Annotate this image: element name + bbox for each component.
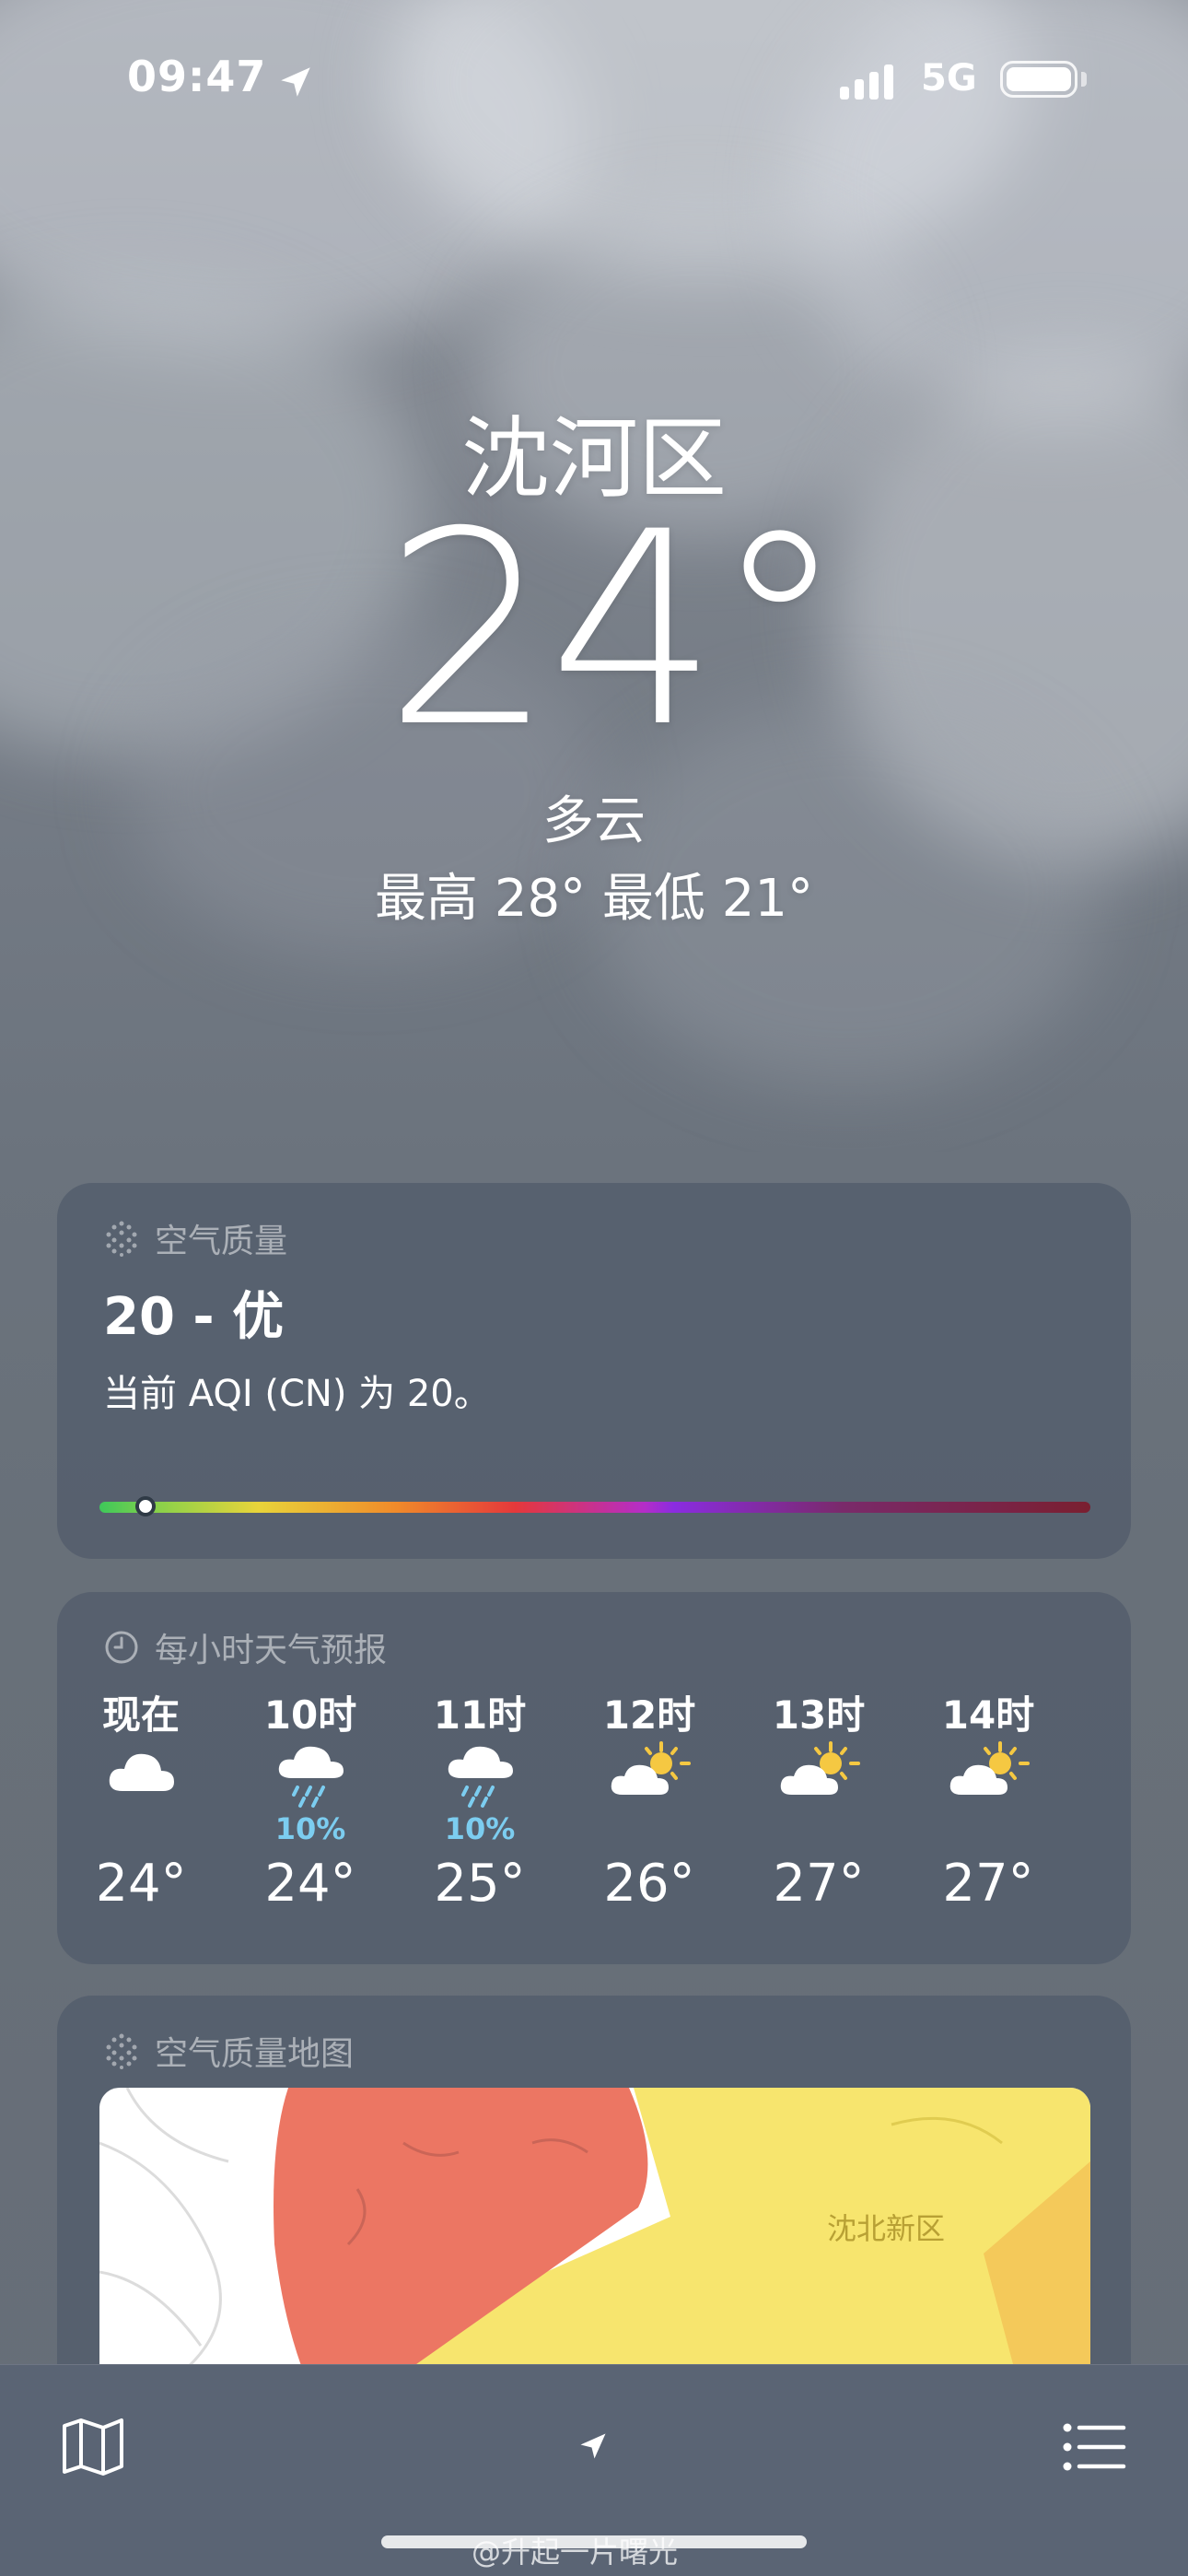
- air-quality-map-title: 空气质量地图: [155, 2035, 355, 2073]
- network-type: 5G: [921, 57, 977, 100]
- cloud-icon: [99, 1739, 210, 1828]
- hour-temperature: 24°: [99, 1854, 187, 1914]
- partly-sunny-icon: [580, 1739, 718, 1828]
- watermark: @升起一片曙光: [472, 2535, 679, 2570]
- air-quality-header: 空气质量: [103, 1214, 287, 1262]
- hourly-item: 10时 10% 24°: [241, 1684, 379, 1914]
- aqi-indicator-dot: [135, 1496, 157, 1516]
- hour-label: 13时: [772, 1692, 866, 1738]
- hour-temperature: 27°: [942, 1854, 1034, 1914]
- hourly-item: 11时 10% 25°: [411, 1684, 549, 1914]
- air-quality-map-header: 空气质量地图: [103, 2027, 354, 2075]
- rain-icon: 10%: [411, 1739, 549, 1846]
- hourly-item: 14时 27°: [919, 1684, 1057, 1914]
- hour-temperature: 25°: [434, 1854, 526, 1914]
- precipitation-chance: 10%: [274, 1811, 346, 1846]
- current-location-icon[interactable]: [577, 2430, 610, 2463]
- battery-icon: [1000, 61, 1077, 98]
- status-bar: 09:47 5G: [0, 0, 1188, 157]
- air-quality-icon: [106, 2033, 137, 2069]
- hourly-forecast-title: 每小时天气预报: [155, 1632, 388, 1669]
- hour-label: 10时: [263, 1692, 357, 1738]
- battery-cap: [1081, 72, 1087, 87]
- map-district-label: 沈北新区: [827, 2211, 946, 2246]
- cellular-signal-icon: [840, 61, 893, 100]
- hour-temperature: 24°: [264, 1854, 356, 1914]
- rain-icon: 10%: [241, 1739, 379, 1846]
- hour-label: 现在: [101, 1692, 180, 1738]
- hour-label: 11时: [433, 1692, 527, 1738]
- aqi-scale-bar: [99, 1502, 1090, 1513]
- hourly-forecast-card[interactable]: 每小时天气预报 现在 24° 10时 10% 24° 11时 10% 25° 12时 26° 13时…: [57, 1592, 1131, 1964]
- precipitation-chance: 10%: [444, 1811, 516, 1846]
- high-low-temperature: 最高 28° 最低 21°: [375, 869, 813, 929]
- city-list-icon[interactable]: [1063, 2422, 1127, 2472]
- air-quality-card[interactable]: 空气质量 20 - 优 当前 AQI (CN) 为 20。: [57, 1183, 1131, 1559]
- aqi-value: 20 - 优: [103, 1287, 285, 1347]
- map-icon[interactable]: [61, 2417, 125, 2476]
- aqi-description: 当前 AQI (CN) 为 20。: [103, 1373, 491, 1415]
- hourly-forecast-header: 每小时天气预报: [103, 1623, 387, 1671]
- clock-icon: [105, 1631, 138, 1664]
- air-quality-map[interactable]: 沈北新区: [99, 2088, 1090, 2392]
- current-temperature: 24°: [383, 475, 846, 786]
- hourly-item: 现在 24°: [99, 1684, 210, 1914]
- hourly-item: 12时 26°: [580, 1684, 718, 1914]
- hour-label: 12时: [602, 1692, 696, 1738]
- weather-condition: 多云: [542, 791, 646, 851]
- partly-sunny-icon: [750, 1739, 888, 1828]
- air-quality-map-card[interactable]: 空气质量地图 沈北新区: [57, 1996, 1131, 2401]
- hour-temperature: 26°: [603, 1854, 695, 1914]
- hour-label: 14时: [941, 1692, 1035, 1738]
- status-time: 09:47: [127, 52, 267, 101]
- hour-temperature: 27°: [773, 1854, 865, 1914]
- air-quality-icon: [106, 1221, 137, 1257]
- location-arrow-icon: [281, 67, 310, 97]
- hourly-forecast-list[interactable]: 现在 24° 10时 10% 24° 11时 10% 25° 12时 26° 13时 27° 14时 27…: [99, 1684, 1131, 1942]
- partly-sunny-icon: [919, 1739, 1057, 1828]
- hourly-item: 13时 27°: [750, 1684, 888, 1914]
- air-quality-title: 空气质量: [155, 1223, 288, 1260]
